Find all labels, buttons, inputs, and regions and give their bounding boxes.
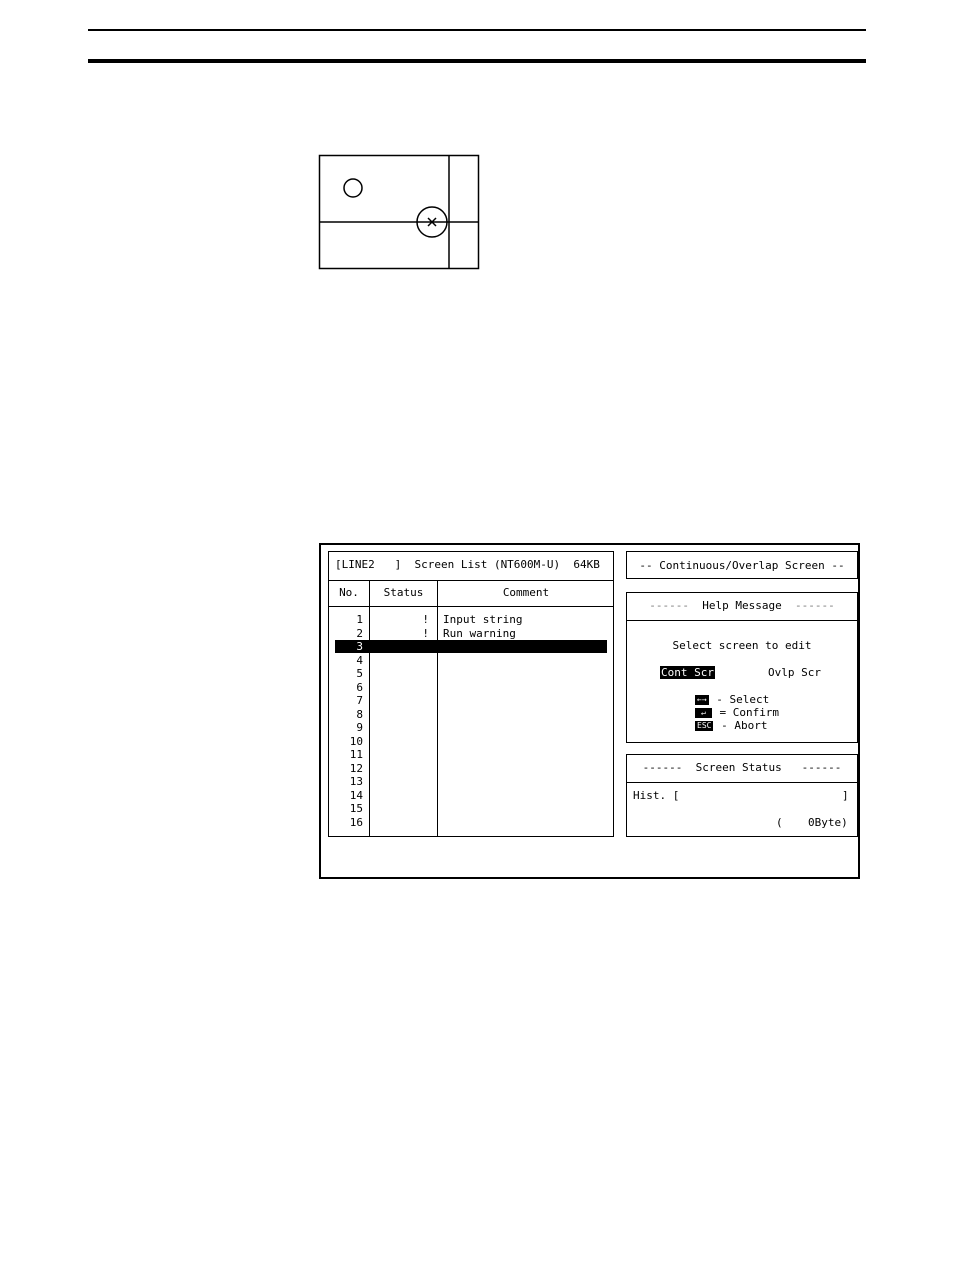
header-rule-thick	[88, 59, 866, 63]
list-item[interactable]: 11	[335, 748, 607, 761]
circle-marker-icon	[343, 178, 363, 198]
row-number: 12	[349, 761, 363, 775]
screen-list-title: [LINE2 ] Screen List (NT600M-U) 64KB	[335, 558, 600, 571]
screen-layout-diagram	[318, 154, 480, 270]
row-number: 10	[349, 734, 363, 748]
option-cont-scr[interactable]: Cont Scr	[660, 666, 715, 679]
list-item[interactable]: 7	[335, 694, 607, 707]
header-rule-thin	[88, 29, 866, 31]
hist-label: Hist. [	[633, 789, 680, 802]
column-header-status: Status	[383, 586, 424, 599]
row-number: 6	[356, 680, 363, 694]
row-number: 5	[356, 667, 363, 680]
option-ovlp-scr[interactable]: Ovlp Scr	[768, 666, 821, 679]
row-number: 15	[349, 802, 363, 815]
list-item[interactable]: 15	[335, 802, 607, 815]
list-item[interactable]: 9	[335, 721, 607, 734]
row-comment: Run warning	[443, 626, 516, 640]
help-title-dashes-left: ------	[649, 599, 689, 612]
screen-status-panel: ------ Screen Status ------ Hist. [ ] ( …	[626, 754, 858, 837]
column-header-comment: Comment	[502, 586, 550, 599]
row-number: 4	[356, 653, 363, 667]
divider	[329, 606, 613, 607]
list-item[interactable]: 16	[335, 816, 607, 829]
list-item[interactable]: 13	[335, 775, 607, 788]
list-item[interactable]: 12	[335, 762, 607, 775]
arrow-keys-icon: ←→	[695, 695, 709, 705]
key-hint-select: ←→ - Select	[695, 693, 770, 706]
list-item[interactable]: 5	[335, 667, 607, 680]
key-hint-abort: ESC - Abort	[695, 719, 768, 732]
screen-list-panel: [LINE2 ] Screen List (NT600M-U) 64KB No.…	[328, 551, 614, 837]
divider	[627, 620, 857, 621]
row-number: 2	[356, 626, 363, 640]
help-title: Help Message	[702, 599, 782, 612]
mode-label: -- Continuous/Overlap Screen --	[639, 559, 845, 572]
row-number: 7	[356, 694, 363, 707]
hist-close-bracket: ]	[842, 789, 849, 802]
help-prompt: Select screen to edit	[672, 639, 812, 652]
mode-panel: -- Continuous/Overlap Screen --	[626, 551, 858, 579]
row-status: !	[422, 613, 429, 626]
row-number: 8	[356, 707, 363, 721]
help-title-dashes-right: ------	[794, 599, 835, 612]
row-number: 11	[349, 748, 363, 761]
diagram-frame	[318, 154, 480, 270]
row-number: 14	[349, 788, 363, 802]
list-item[interactable]: 1! Input string	[335, 613, 607, 626]
esc-key-icon: ESC	[695, 721, 714, 731]
screen-size-value: 0Byte)	[808, 816, 848, 829]
list-item[interactable]: 10	[335, 735, 607, 748]
help-title-row: ------ Help Message ------	[627, 599, 857, 612]
row-comment: Input string	[443, 613, 523, 626]
row-number: 9	[356, 721, 363, 734]
column-header-no: No.	[339, 586, 359, 599]
size-open-paren: (	[776, 816, 783, 829]
divider	[329, 580, 613, 581]
list-item[interactable]: 2! Run warning	[335, 627, 607, 640]
enter-key-icon: ↵	[695, 708, 712, 718]
support-tool-screen: [LINE2 ] Screen List (NT600M-U) 64KB No.…	[319, 543, 860, 879]
help-message-panel: ------ Help Message ------ Select screen…	[626, 592, 858, 743]
screen-status-title: ------ Screen Status ------	[642, 761, 842, 774]
list-item[interactable]: 8	[335, 708, 607, 721]
list-item[interactable]: 14	[335, 789, 607, 802]
divider	[627, 782, 857, 783]
row-number: 3	[356, 640, 363, 653]
list-item[interactable]: 3	[335, 640, 607, 653]
list-item[interactable]: 6	[335, 681, 607, 694]
key-hint-confirm: ↵ = Confirm	[695, 706, 779, 719]
list-item[interactable]: 4	[335, 654, 607, 667]
row-status: !	[422, 626, 429, 640]
row-number: 16	[349, 815, 363, 829]
row-number: 1	[356, 613, 363, 626]
row-number: 13	[349, 775, 363, 788]
